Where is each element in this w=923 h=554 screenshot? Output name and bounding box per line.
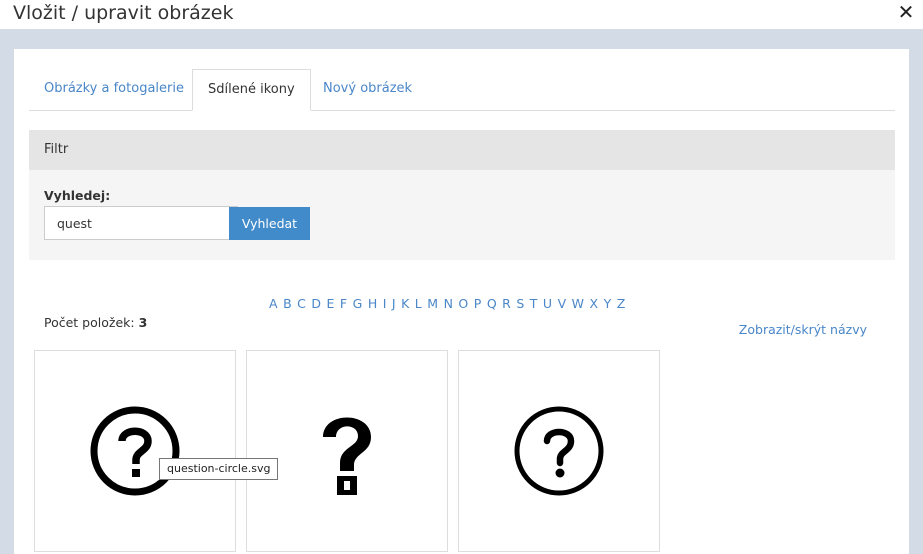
toggle-names-link[interactable]: Zobrazit/skrýt názvy: [739, 322, 867, 337]
tab-bar: Obrázky a fotogalerie Sdílené ikony Nový…: [29, 69, 895, 111]
dialog-body: Obrázky a fotogalerie Sdílené ikony Nový…: [0, 29, 923, 554]
item-count-label: Počet položek:: [44, 315, 135, 330]
alphabet-letter-m[interactable]: M: [427, 296, 438, 311]
alphabet-letter-z[interactable]: Z: [617, 296, 626, 311]
icon-tile[interactable]: [246, 350, 448, 552]
icon-tile[interactable]: [34, 350, 236, 552]
alphabet-letter-v[interactable]: V: [558, 296, 567, 311]
item-count-value: 3: [138, 315, 148, 330]
alphabet-letter-k[interactable]: K: [401, 296, 409, 311]
alphabet-letter-q[interactable]: Q: [487, 296, 497, 311]
alphabet-letter-p[interactable]: P: [474, 296, 482, 311]
alphabet-filter: ABCDEFGHIJKLMNOPQRSTUVWXYZ: [269, 296, 631, 311]
alphabet-letter-i[interactable]: I: [383, 296, 387, 311]
alphabet-letter-w[interactable]: W: [572, 296, 584, 311]
filter-box: Filtr Vyhledej: Vyhledat: [29, 130, 895, 260]
search-button[interactable]: Vyhledat: [229, 207, 310, 240]
alphabet-letter-j[interactable]: J: [392, 296, 396, 311]
question-circle-icon: [90, 406, 180, 496]
question-circle-icon: [514, 406, 604, 496]
alphabet-letter-g[interactable]: G: [353, 296, 363, 311]
tab-shared-icons[interactable]: Sdílené ikony: [192, 69, 311, 111]
alphabet-letter-a[interactable]: A: [269, 296, 278, 311]
search-label: Vyhledej:: [44, 188, 111, 203]
icon-tile[interactable]: [458, 350, 660, 552]
filename-tooltip: question-circle.svg: [159, 458, 279, 480]
alphabet-letter-b[interactable]: B: [283, 296, 292, 311]
filter-heading: Filtr: [29, 130, 895, 170]
alphabet-letter-h[interactable]: H: [368, 296, 377, 311]
alphabet-letter-r[interactable]: R: [502, 296, 511, 311]
alphabet-letter-t[interactable]: T: [530, 296, 538, 311]
alphabet-letter-e[interactable]: E: [327, 296, 335, 311]
alphabet-letter-d[interactable]: D: [311, 296, 321, 311]
close-icon[interactable]: ✕: [897, 1, 915, 23]
alphabet-letter-o[interactable]: O: [458, 296, 468, 311]
alphabet-letter-x[interactable]: X: [590, 296, 599, 311]
dialog-titlebar: Vložit / upravit obrázek ✕: [0, 0, 923, 29]
content-panel: Obrázky a fotogalerie Sdílené ikony Nový…: [14, 49, 909, 554]
alphabet-letter-s[interactable]: S: [516, 296, 524, 311]
alphabet-letter-u[interactable]: U: [543, 296, 552, 311]
question-mark-icon: [323, 417, 371, 495]
search-input[interactable]: [44, 206, 238, 240]
tab-images-gallery[interactable]: Obrázky a fotogalerie: [29, 69, 199, 109]
dialog-title: Vložit / upravit obrázek: [13, 2, 234, 24]
alphabet-letter-l[interactable]: L: [415, 296, 422, 311]
alphabet-letter-n[interactable]: N: [444, 296, 453, 311]
tab-new-image[interactable]: Nový obrázek: [308, 69, 427, 109]
item-count: Počet položek: 3: [44, 315, 147, 330]
alphabet-letter-f[interactable]: F: [340, 296, 347, 311]
alphabet-letter-c[interactable]: C: [297, 296, 306, 311]
alphabet-letter-y[interactable]: Y: [604, 296, 612, 311]
